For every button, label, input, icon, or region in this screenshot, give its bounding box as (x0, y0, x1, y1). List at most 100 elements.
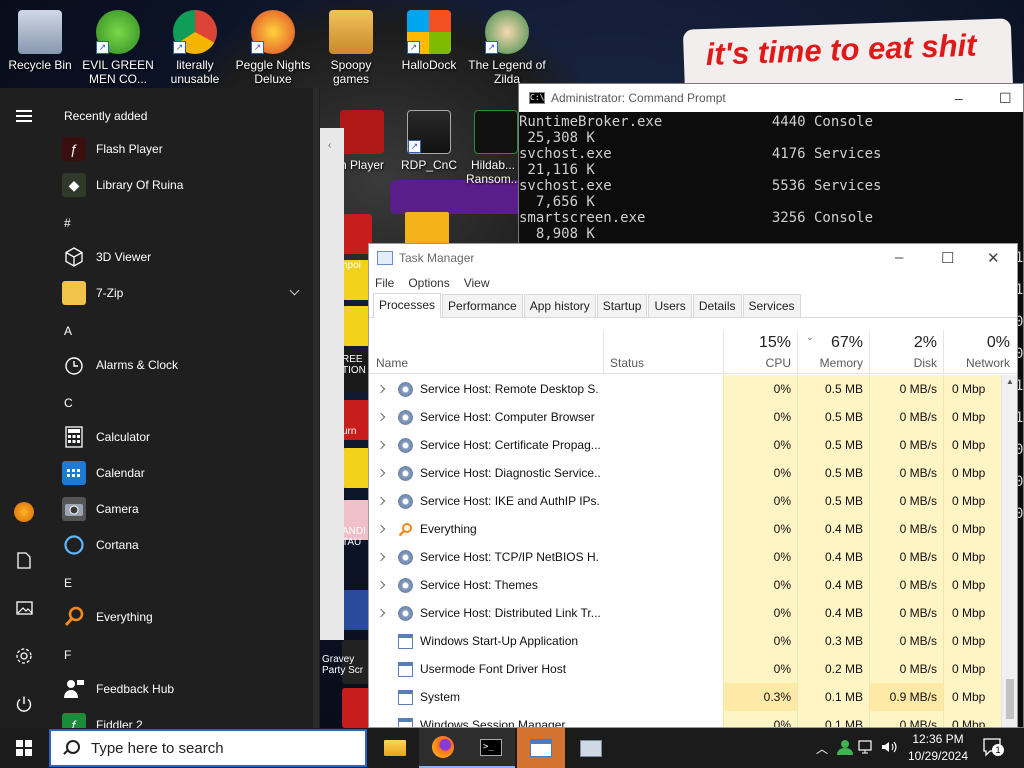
column-status[interactable]: Status (603, 330, 723, 374)
group-header-c[interactable]: C (64, 396, 73, 410)
start-app-3d-viewer[interactable]: 3D Viewer (62, 240, 316, 274)
group-header-f[interactable]: F (64, 648, 71, 662)
start-app-7-zip[interactable]: 7-Zip (62, 276, 316, 310)
process-list-scrollbar[interactable]: ▲ (1001, 375, 1017, 727)
tab-startup[interactable]: Startup (596, 294, 648, 317)
process-row[interactable]: Windows Session Manager 0% 0.1 MB 0 MB/s 0 M… (369, 711, 1001, 727)
column-disk[interactable]: 2% Disk (869, 330, 943, 374)
taskbar-remote-desktop[interactable] (567, 728, 615, 768)
chevron-right-icon[interactable] (376, 412, 386, 422)
chevron-right-icon[interactable] (376, 468, 386, 478)
desktop-icon-legend-of-zilda[interactable]: ↗ The Legend of Zilda (467, 4, 547, 86)
chevron-right-icon[interactable] (376, 552, 386, 562)
taskbar-firefox[interactable] (419, 728, 467, 768)
scroll-up-icon[interactable]: ‹ (328, 140, 331, 151)
process-row[interactable]: Service Host: IKE and AuthIP IPs... 0% 0.5… (369, 487, 1001, 515)
close-icon[interactable]: ✕ (987, 249, 1000, 267)
cmd-titlebar[interactable]: C:\ Administrator: Command Prompt – ☐ (519, 84, 1023, 112)
taskbar-clock[interactable]: 12:36 PM 10/29/2024 (896, 731, 980, 765)
process-cpu-cell: 0% (723, 571, 797, 599)
notification-center-button[interactable]: 1 (982, 736, 1004, 758)
start-app-alarms-clock[interactable]: Alarms & Clock (62, 348, 316, 382)
taskbar-task-manager[interactable] (517, 728, 565, 768)
process-row[interactable]: Service Host: TCP/IP NetBIOS H... 0% 0.4 M… (369, 543, 1001, 571)
minimize-icon[interactable]: – (895, 249, 903, 266)
chevron-right-icon[interactable] (376, 384, 386, 394)
start-button[interactable] (0, 728, 48, 768)
desktop-icon-evil-green-men[interactable]: ↗ EVIL GREEN MEN CO... (78, 4, 158, 86)
column-cpu[interactable]: 15% CPU (723, 330, 797, 374)
user-avatar[interactable] (10, 498, 38, 526)
process-row[interactable]: Service Host: Computer Browser 0% 0.5 MB 0 … (369, 403, 1001, 431)
scroll-up-icon[interactable]: ▲ (1006, 377, 1014, 386)
start-app-calendar[interactable]: Calendar (62, 456, 316, 490)
tab-processes[interactable]: Processes (373, 293, 442, 318)
tab-services[interactable]: Services (742, 294, 801, 317)
start-app-flash-player[interactable]: ƒ Flash Player (62, 132, 316, 166)
process-row[interactable]: Service Host: Themes 0% 0.4 MB 0 MB/s 0 Mbp (369, 571, 1001, 599)
process-row[interactable]: Windows Start-Up Application 0% 0.3 MB 0 MB… (369, 627, 1001, 655)
chevron-up-icon[interactable]: ︿ (812, 740, 832, 757)
chevron-right-icon[interactable] (376, 524, 386, 534)
chevron-right-icon[interactable] (376, 580, 386, 590)
desktop-icon-recycle-bin[interactable]: Recycle Bin (0, 4, 80, 72)
group-header-e[interactable]: E (64, 576, 72, 590)
start-app-calculator[interactable]: Calculator (62, 420, 316, 454)
tab-app-history[interactable]: App history (523, 294, 596, 317)
maximize-icon[interactable]: ☐ (999, 90, 1012, 107)
tab-details[interactable]: Details (692, 294, 742, 317)
start-app-camera[interactable]: Camera (62, 492, 316, 526)
taskbar-file-explorer[interactable] (371, 728, 419, 768)
process-row[interactable]: System 0.3% 0.1 MB 0.9 MB/s 0 Mbp (369, 683, 1001, 711)
start-app-everything[interactable]: Everything (62, 600, 316, 634)
taskbar-command-prompt[interactable]: >_ (467, 728, 515, 768)
task-manager-titlebar[interactable]: Task Manager – ☐ ✕ (369, 244, 1017, 272)
column-name[interactable]: Name (369, 330, 603, 374)
menu-options[interactable]: Options (408, 276, 449, 290)
hamburger-menu-icon[interactable] (10, 102, 38, 130)
taskbar-search-box[interactable]: Type here to search (49, 729, 367, 767)
group-header-hash[interactable]: # (64, 216, 71, 230)
network-icon[interactable] (858, 739, 878, 758)
power-icon[interactable] (10, 690, 38, 718)
desktop-icon-hildabear[interactable]: Hildab... Ransom... (466, 104, 520, 186)
documents-icon[interactable] (10, 546, 38, 574)
pictures-icon[interactable] (10, 594, 38, 622)
settings-gear-icon[interactable] (10, 642, 38, 670)
process-row[interactable]: Service Host: Certificate Propag... 0% 0.5… (369, 431, 1001, 459)
tab-performance[interactable]: Performance (442, 294, 523, 317)
process-row[interactable]: Usermode Font Driver Host 0% 0.2 MB 0 MB/s 0… (369, 655, 1001, 683)
desktop-icon-hallodock[interactable]: ↗ HalloDock (389, 4, 469, 72)
desktop-icon-chrome[interactable]: ↗ literally unusable (155, 4, 235, 86)
start-menu-scrollbar[interactable] (313, 88, 319, 728)
desktop-icon-rdp-cnc[interactable]: ↗ RDP_CnC (389, 104, 469, 172)
scrollbar-thumb[interactable] (1006, 679, 1014, 719)
chevron-right-icon[interactable] (376, 440, 386, 450)
desktop-icon-spoopy-games[interactable]: Spoopy games (311, 4, 391, 86)
start-app-library-of-ruina[interactable]: ◆ Library Of Ruina (62, 168, 316, 202)
start-app-cortana[interactable]: Cortana (62, 528, 316, 562)
start-app-feedback-hub[interactable]: Feedback Hub (62, 672, 316, 706)
people-icon[interactable] (836, 739, 856, 758)
process-row[interactable]: Service Host: Remote Desktop S... 0% 0.5 M… (369, 375, 1001, 403)
tab-users[interactable]: Users (648, 294, 692, 317)
task-manager-window[interactable]: Task Manager – ☐ ✕ File Options View Pro… (368, 243, 1018, 728)
column-memory[interactable]: ⌄ 67% Memory (797, 330, 869, 374)
column-network[interactable]: 0% Network (943, 330, 1017, 374)
chevron-right-icon[interactable] (376, 496, 386, 506)
clock-date: 10/29/2024 (907, 749, 969, 763)
folder-icon (329, 10, 373, 54)
chevron-down-icon[interactable] (289, 285, 300, 296)
group-header-a[interactable]: A (64, 324, 72, 338)
start-app-fiddler[interactable]: ƒ Fiddler 2 (62, 708, 316, 728)
menu-view[interactable]: View (464, 276, 490, 290)
desktop-icon-peggle[interactable]: ↗ Peggle Nights Deluxe (233, 4, 313, 86)
desktop-scrollbar[interactable]: ‹ (320, 128, 344, 640)
process-row[interactable]: Service Host: Distributed Link Tr... 0% 0.… (369, 599, 1001, 627)
menu-file[interactable]: File (375, 276, 394, 290)
minimize-icon[interactable]: – (955, 90, 963, 106)
process-row[interactable]: Everything 0% 0.4 MB 0 MB/s 0 Mbp (369, 515, 1001, 543)
chevron-right-icon[interactable] (376, 608, 386, 618)
maximize-icon[interactable]: ☐ (941, 249, 954, 267)
process-row[interactable]: Service Host: Diagnostic Service... 0% 0.5… (369, 459, 1001, 487)
